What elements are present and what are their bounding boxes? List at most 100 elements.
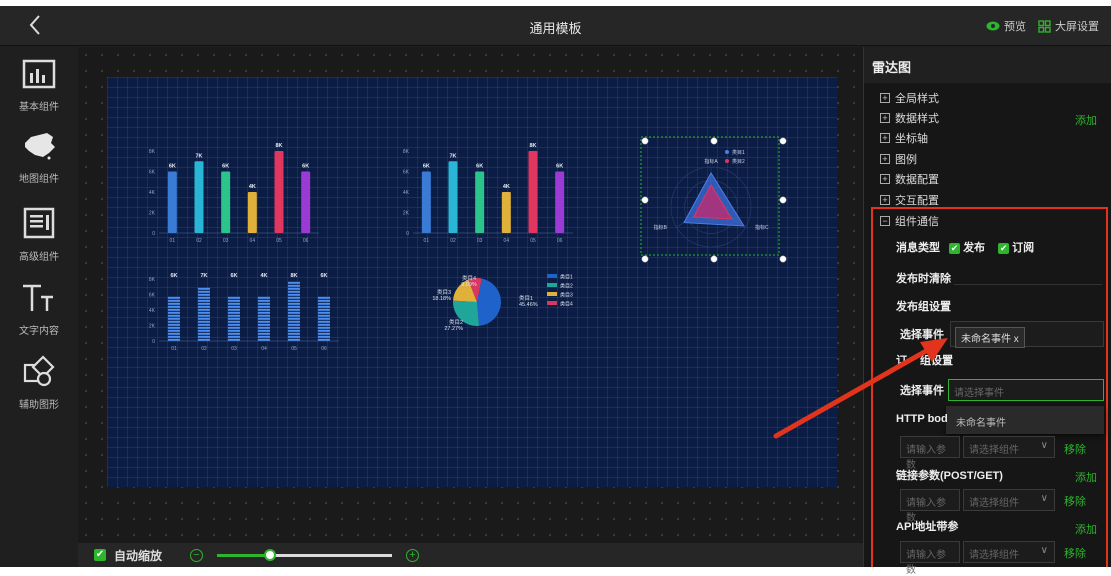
add-api-param-button[interactable]: 添加 [1075,521,1097,537]
bar-chart-2[interactable]: 0 2K 4K 6K 8K 6K 01 7K 02 6K 03 4K 04 8K 05 6K 06 [391,137,581,247]
event-dropdown-option[interactable]: 未命名事件 [946,406,1104,434]
china-map-icon [25,133,55,160]
bar-segment [198,326,210,329]
bar-segment [228,308,240,311]
bar-segment [258,326,270,329]
bar [221,171,231,233]
section-data-style[interactable]: + 数据样式 [880,110,939,126]
bar-segment [228,314,240,317]
expand-icon: + [880,113,890,123]
y-tick-label: 0 [152,339,155,345]
subscribe-checkbox[interactable]: ✔ [998,242,1010,254]
design-workspace[interactable]: 0 2K 4K 6K 8K 6K 01 7K 02 6K 03 4K 04 8K 05 6K 06 0 2K 4K 6… [78,47,863,543]
section-interaction[interactable]: + 交互配置 [880,192,939,208]
close-icon[interactable]: x [1014,334,1019,345]
bar-segment [318,299,330,302]
bar-segment [198,317,210,320]
bar-segment [168,338,180,341]
remove-api-param-button[interactable]: 移除 [1064,545,1086,561]
expand-icon: + [880,195,890,205]
bar-segment [258,317,270,320]
x-tick-label: 02 [450,238,456,244]
sidebar-item-advanced[interactable]: 高级组件 [0,207,78,263]
http-component-select[interactable]: 请选择组件 ∨ [963,436,1055,458]
bar-segment [288,329,300,332]
select-placeholder: 请选择组件 [969,445,1019,456]
bar [301,171,311,233]
bar-segment [198,332,210,335]
bar-segment [228,317,240,320]
bar-segment [288,290,300,293]
remove-link-param-button[interactable]: 移除 [1064,493,1086,509]
legend-marker [725,159,729,163]
select-placeholder: 请选择组件 [969,498,1019,509]
bar [475,171,485,233]
bar-segment [258,296,270,299]
x-tick-label: 05 [291,346,297,352]
bar-chart-1[interactable]: 0 2K 4K 6K 8K 6K 01 7K 02 6K 03 4K 04 8K 05 6K 06 [137,137,327,247]
bar-segment [168,305,180,308]
zoom-slider[interactable] [217,548,393,561]
collapse-icon: − [880,216,890,226]
sidebar-item-map[interactable]: 地图组件 [0,131,78,185]
y-tick-label: 4K [149,308,156,314]
bar-segment [198,320,210,323]
zoom-out-button[interactable]: − [190,548,204,562]
add-link-param-button[interactable]: 添加 [1075,469,1097,485]
publish-checkbox[interactable]: ✔ [949,242,961,254]
autoscale-checkbox[interactable]: ✔ [94,549,106,561]
bar-segment [228,332,240,335]
link-param-input[interactable]: 请输入参数 [900,489,960,524]
api-component-select[interactable]: 请选择组件 ∨ [963,541,1055,563]
data-label: 8K [290,273,297,279]
bar-segment [288,308,300,311]
data-label: 6K [556,164,563,170]
preview-label: 预览 [1004,21,1026,33]
pie-chart[interactable]: 类目145.46%类目227.27%类目318.18%类目49.09%类目1类目… [407,262,587,337]
section-global-style[interactable]: + 全局样式 [880,90,939,106]
zoom-slider-handle[interactable] [263,548,276,561]
section-legend[interactable]: + 图例 [880,151,917,167]
section-data-config[interactable]: + 数据配置 [880,171,939,187]
legend-swatch [547,274,557,278]
radar-indicator-label: 指标C [755,224,769,231]
bar-segment [288,335,300,338]
bar-segment [198,338,210,341]
subscribe-event-select[interactable]: 请选择事件 [948,379,1104,401]
bar [528,151,538,233]
bar-segment [258,311,270,314]
bar-segment [228,338,240,341]
zoom-in-button[interactable]: + [406,548,420,562]
x-tick-label: 04 [261,346,267,352]
preview-button[interactable]: 预览 [986,18,1026,34]
zoom-bar: ✔ 自动缩放 − + [78,543,863,567]
bar-segment [318,320,330,323]
add-data-style-button[interactable]: 添加 [1075,112,1097,128]
section-axis[interactable]: + 坐标轴 [880,130,928,146]
radar-chart[interactable]: 指标A 指标B 指标C 类目1 类目2 [639,135,799,269]
api-param-input[interactable]: 请输入参数 [900,541,960,576]
sidebar-item-basic[interactable]: 基本组件 [0,59,78,113]
remove-http-param-button[interactable]: 移除 [1064,441,1086,457]
top-bar: 通用模板 预览 大屏设置 [0,6,1111,46]
x-tick-label: 05 [276,238,282,244]
x-tick-label: 01 [424,238,430,244]
sidebar-item-shapes[interactable]: 辅助图形 [0,355,78,411]
x-tick-label: 06 [557,238,563,244]
bar-segment [318,338,330,341]
slice-category-label: 类目2 [449,318,463,326]
screen-settings-button[interactable]: 大屏设置 [1038,18,1099,34]
publish-event-select[interactable]: 未命名事件 x [950,321,1104,348]
screen-canvas[interactable]: 0 2K 4K 6K 8K 6K 01 7K 02 6K 03 4K 04 8K 05 6K 06 0 2K 4K 6… [107,77,837,487]
section-component-communication[interactable]: − 组件通信 [880,213,939,229]
segmented-bar-chart[interactable]: 0 2K 4K 6K 8K 6K 01 7K 02 6K 03 4K 04 8K 05 6K 06 [137,265,347,355]
bar-segment [168,326,180,329]
link-component-select[interactable]: 请选择组件 ∨ [963,489,1055,511]
legend-label: 类目3 [560,292,573,299]
sidebar-item-text[interactable]: 文字内容 [0,283,78,337]
bar-segment [198,329,210,332]
bar-segment [318,314,330,317]
page-title: 通用模板 [529,21,582,36]
x-tick-label: 06 [321,346,327,352]
zoom-slider-fill [217,553,270,557]
